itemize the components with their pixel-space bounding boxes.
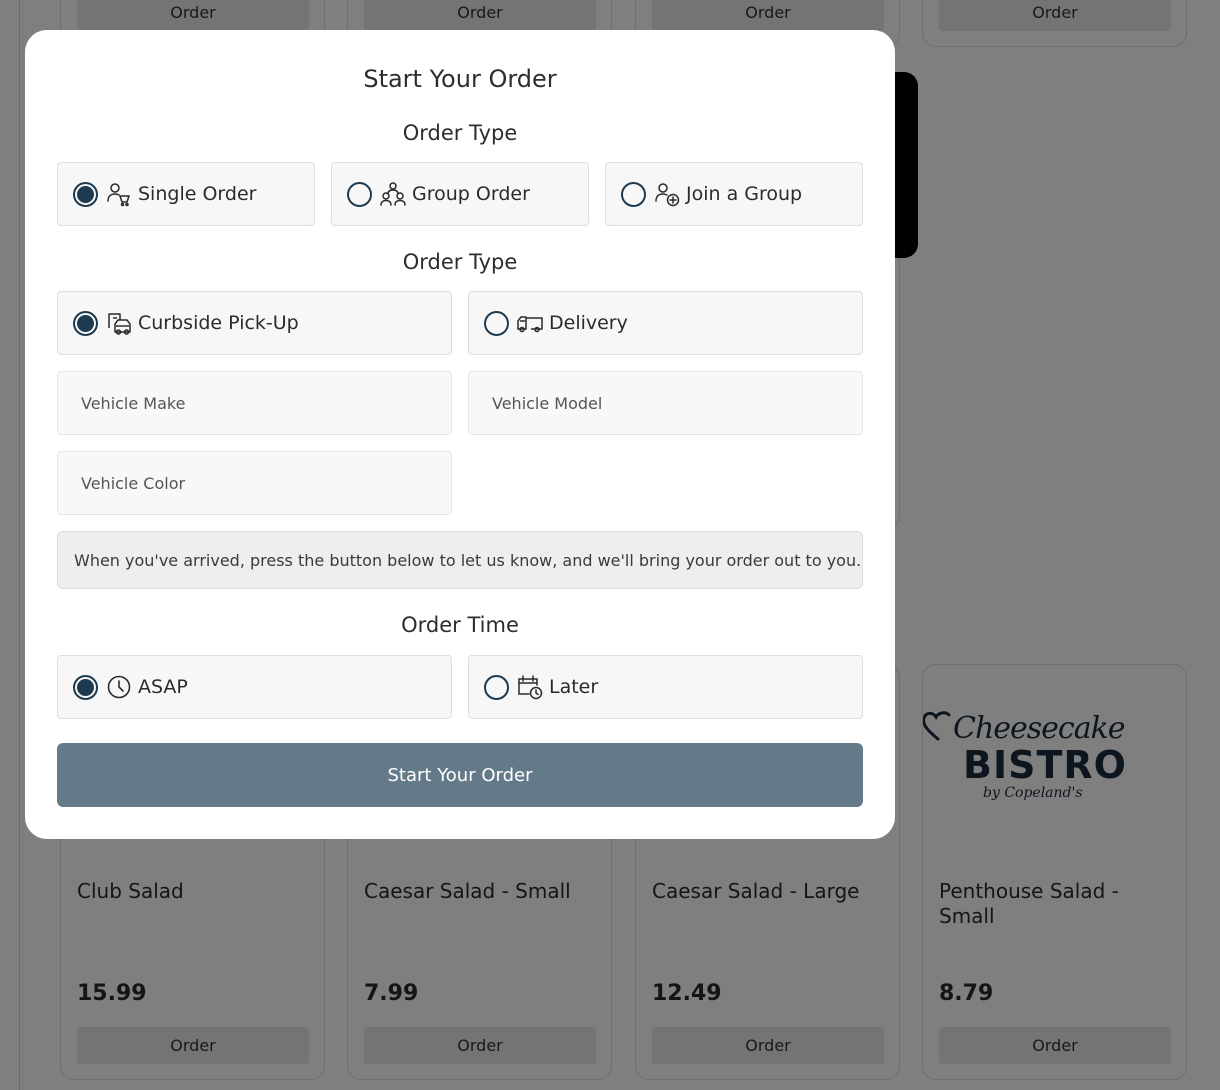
add-person-icon [654,181,680,207]
group-order-option[interactable]: Group Order [331,162,589,226]
vehicle-model-field[interactable] [468,371,863,435]
calendar-clock-icon [517,674,543,700]
option-label: ASAP [138,676,188,698]
option-label: Single Order [138,183,257,205]
radio-unselected[interactable] [484,674,509,700]
later-option[interactable]: Later [468,655,863,719]
option-label: Later [549,676,599,698]
option-label: Curbside Pick-Up [138,312,299,334]
join-group-option[interactable]: Join a Group [605,162,863,226]
start-order-modal: Start Your Order Order Type Single Order [25,30,895,839]
asap-option[interactable]: ASAP [57,655,452,719]
option-label: Group Order [412,183,530,205]
single-person-icon [106,181,132,207]
arrival-notice: When you've arrived, press the button be… [57,531,863,589]
delivery-option[interactable]: Delivery [468,291,863,355]
option-label: Join a Group [686,183,803,205]
delivery-truck-icon [517,310,543,336]
radio-selected[interactable] [73,674,98,700]
order-time-heading: Order Time [401,613,519,637]
group-icon [380,181,406,207]
start-order-button[interactable]: Start Your Order [57,743,863,807]
fulfillment-heading: Order Type [402,250,518,274]
order-type-heading: Order Type [402,121,518,145]
curbside-option[interactable]: Curbside Pick-Up [57,291,452,355]
radio-unselected[interactable] [621,181,646,207]
single-order-option[interactable]: Single Order [57,162,315,226]
clock-icon [106,674,132,700]
vehicle-color-field[interactable] [57,451,452,515]
car-pickup-icon [106,310,132,336]
modal-title: Start Your Order [363,65,557,93]
radio-unselected[interactable] [484,310,509,336]
vehicle-make-field[interactable] [57,371,452,435]
radio-selected[interactable] [73,181,98,207]
radio-unselected[interactable] [347,181,372,207]
option-label: Delivery [549,312,628,334]
radio-selected[interactable] [73,310,98,336]
